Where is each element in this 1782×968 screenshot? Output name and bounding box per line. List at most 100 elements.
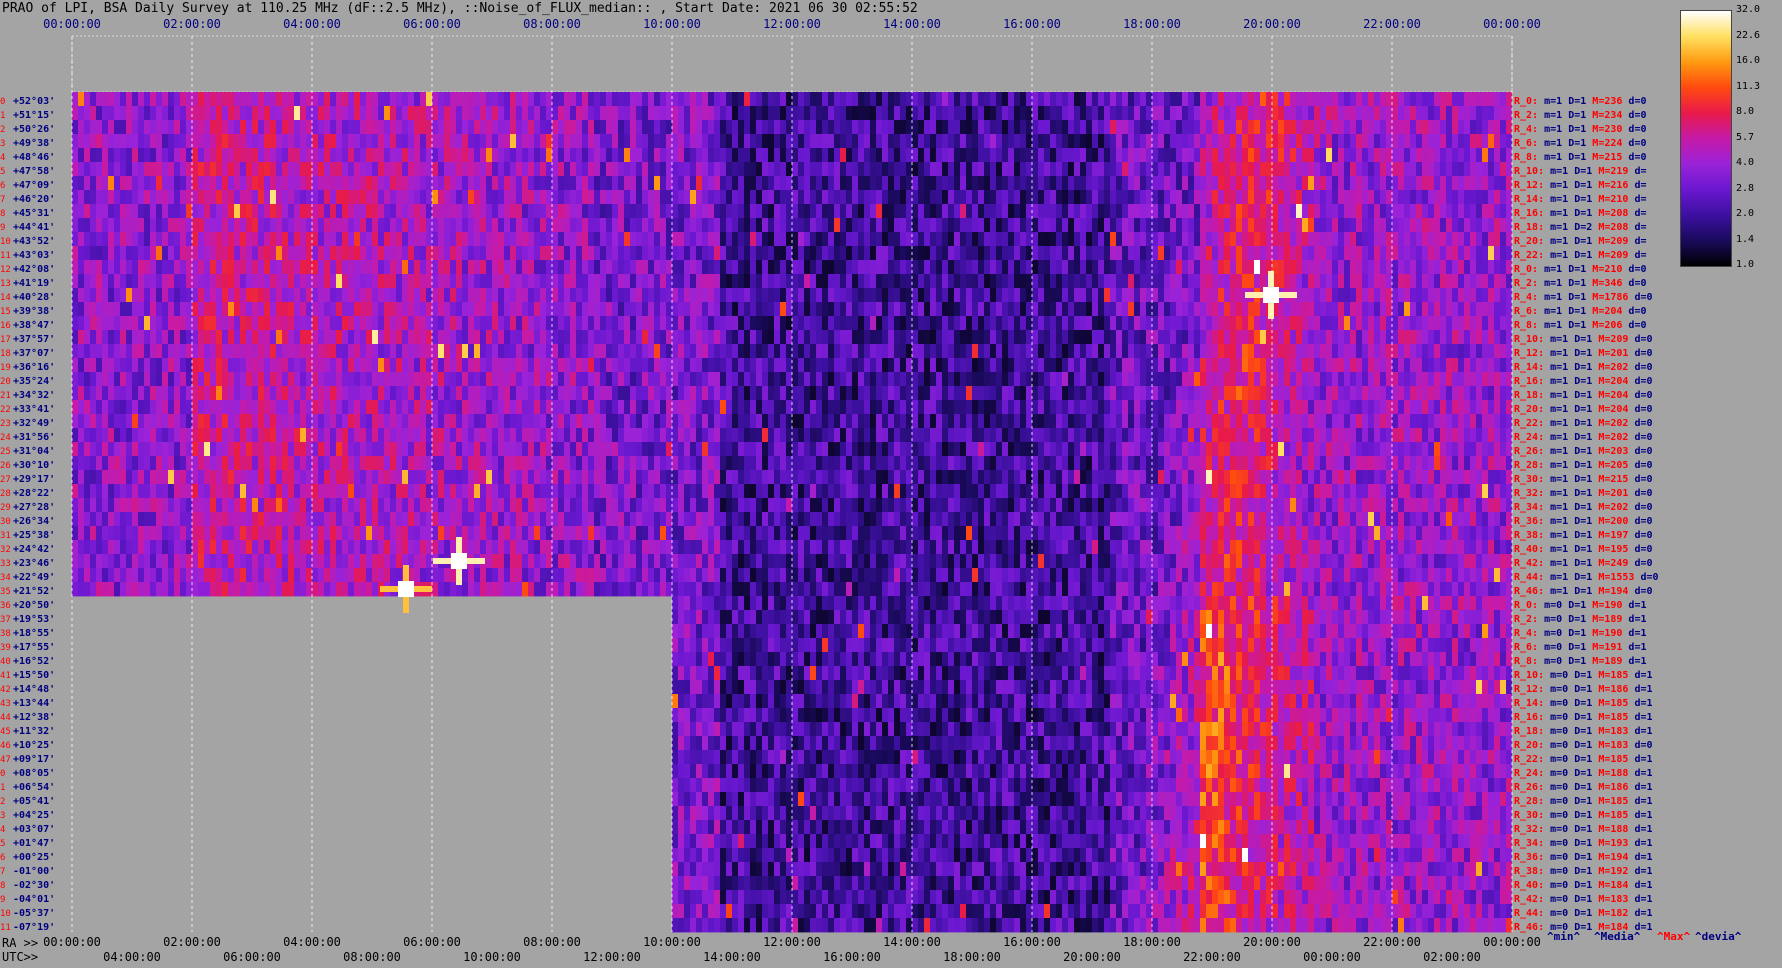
heatmap-cell [708, 344, 714, 359]
heatmap-cell [282, 148, 288, 163]
heatmap-cell [822, 162, 828, 177]
heatmap-cell [708, 260, 714, 275]
heatmap-cell [1452, 92, 1458, 107]
heatmap-cell [948, 190, 954, 205]
heatmap-cell [1320, 162, 1326, 177]
heatmap-cell [180, 260, 186, 275]
heatmap-cell [1392, 190, 1398, 205]
heatmap-cell [1122, 134, 1128, 149]
heatmap-cell [486, 302, 492, 317]
heatmap-cell [714, 344, 720, 359]
heatmap-cell [234, 134, 240, 149]
heatmap-cell [696, 260, 702, 275]
heatmap-cell [1134, 162, 1140, 177]
heatmap-cell [354, 246, 360, 261]
heatmap-cell [1152, 288, 1158, 303]
heatmap-cell [720, 260, 726, 275]
heatmap-cell [1410, 274, 1416, 289]
heatmap-cell [414, 190, 420, 205]
heatmap-cell [642, 288, 648, 303]
heatmap-cell [1158, 288, 1164, 303]
heatmap-cell [570, 260, 576, 275]
heatmap-cell [678, 274, 684, 289]
heatmap-cell [1098, 190, 1104, 205]
heatmap-cell [1332, 344, 1338, 359]
heatmap-cell [306, 190, 312, 205]
heatmap-cell [960, 316, 966, 331]
heatmap-cell [1494, 288, 1500, 303]
heatmap-cell [600, 120, 606, 135]
heatmap-cell [1188, 288, 1194, 303]
heatmap-cell [726, 302, 732, 317]
heatmap-cell [1206, 204, 1212, 219]
heatmap-cell [1272, 344, 1278, 359]
heatmap-cell [576, 358, 582, 373]
heatmap-cell [954, 260, 960, 275]
heatmap-cell [1146, 372, 1152, 387]
heatmap-cell [612, 92, 618, 107]
heatmap-cell [618, 176, 624, 191]
heatmap-cell [1020, 176, 1026, 191]
heatmap-cell [1248, 92, 1254, 107]
heatmap-cell [726, 218, 732, 233]
heatmap-cell [768, 246, 774, 261]
heatmap-cell [1470, 176, 1476, 191]
heatmap-cell [1224, 372, 1230, 387]
heatmap-cell [468, 92, 474, 107]
heatmap-cell [816, 176, 822, 191]
heatmap-cell [1476, 302, 1482, 317]
heatmap-cell [1278, 358, 1284, 373]
heatmap-cell [1422, 162, 1428, 177]
heatmap-cell [492, 288, 498, 303]
heatmap-cell [1308, 232, 1314, 247]
heatmap-cell [474, 330, 480, 345]
heatmap-cell [1032, 330, 1038, 345]
heatmap-cell [1488, 92, 1494, 107]
heatmap-cell [1410, 162, 1416, 177]
heatmap-cell [666, 162, 672, 177]
heatmap-cell [300, 246, 306, 261]
heatmap-cell [624, 274, 630, 289]
heatmap-cell [228, 218, 234, 233]
heatmap-cell [366, 232, 372, 247]
heatmap-cell [912, 134, 918, 149]
heatmap-cell [432, 176, 438, 191]
heatmap-cell [1038, 148, 1044, 163]
heatmap-cell [678, 288, 684, 303]
heatmap-cell [366, 372, 372, 387]
heatmap-cell [966, 372, 972, 387]
heatmap-cell [390, 330, 396, 345]
heatmap-cell [636, 260, 642, 275]
heatmap-cell [1332, 162, 1338, 177]
heatmap-cell [1416, 120, 1422, 135]
heatmap-cell [558, 92, 564, 107]
heatmap-cell [984, 148, 990, 163]
heatmap-cell [798, 288, 804, 303]
heatmap-cell [1488, 204, 1494, 219]
heatmap-cell [114, 106, 120, 121]
heatmap-cell [138, 134, 144, 149]
heatmap-cell [738, 92, 744, 107]
heatmap-cell [366, 246, 372, 261]
heatmap-cell [1068, 302, 1074, 317]
heatmap-cell [1350, 176, 1356, 191]
heatmap-cell [1122, 344, 1128, 359]
heatmap-cell [408, 274, 414, 289]
heatmap-cell [1266, 358, 1272, 373]
heatmap-cell [1278, 120, 1284, 135]
heatmap-cell [660, 260, 666, 275]
heatmap-cell [1164, 274, 1170, 289]
heatmap-cell [858, 134, 864, 149]
heatmap-cell [324, 134, 330, 149]
heatmap-cell [72, 218, 78, 233]
heatmap-cell [474, 274, 480, 289]
heatmap-cell [1464, 274, 1470, 289]
heatmap-cell [528, 106, 534, 121]
heatmap-cell [990, 190, 996, 205]
heatmap-cell [252, 316, 258, 331]
heatmap-cell [552, 372, 558, 387]
heatmap-cell [1080, 302, 1086, 317]
heatmap-cell [324, 358, 330, 373]
heatmap-cell [684, 358, 690, 373]
heatmap-cell [372, 190, 378, 205]
